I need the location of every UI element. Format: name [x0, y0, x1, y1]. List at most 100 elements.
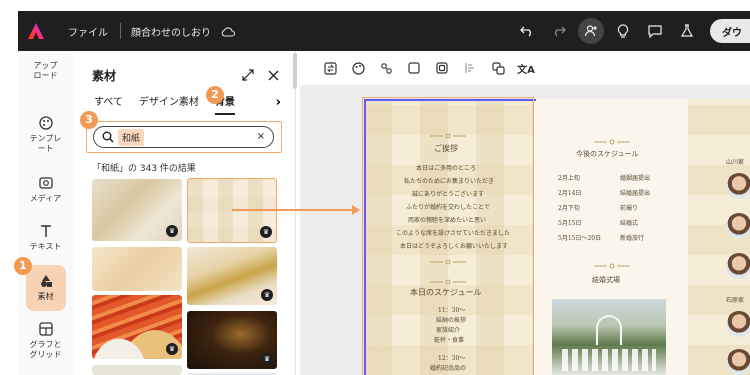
- rail-label: 素材: [37, 292, 54, 301]
- left-rail: アップ ロード テンプレ ート メディア テキスト 素材 グラフと グリッド: [18, 51, 90, 375]
- expand-icon[interactable]: [242, 66, 254, 85]
- background-tile[interactable]: ♛: [92, 295, 182, 359]
- chevron-right-icon[interactable]: ›: [276, 95, 281, 110]
- step-marker-2: 2: [206, 86, 224, 104]
- text-icon: [40, 225, 51, 237]
- page-highlight: [362, 97, 534, 375]
- ornament-icon: [594, 263, 630, 269]
- background-tile[interactable]: ♛: [187, 311, 277, 369]
- result-count: 「和紙」の 343 件の結果: [92, 164, 196, 174]
- panel-title: 素材: [92, 69, 117, 83]
- rail-label: メディア: [29, 194, 62, 203]
- undo-icon[interactable]: [514, 18, 540, 44]
- panel-scrollbar[interactable]: [293, 53, 297, 89]
- chairs-shape: [562, 349, 656, 371]
- rail-item-text[interactable]: テキスト: [18, 223, 73, 252]
- future-event: 結婚届提出: [620, 190, 651, 197]
- flask-icon[interactable]: [674, 18, 700, 44]
- align-icon[interactable]: [456, 58, 484, 78]
- future-date: 5月15日: [558, 220, 582, 227]
- future-date: 2月下旬: [558, 205, 580, 212]
- family-member-photo[interactable]: [726, 213, 750, 239]
- rail-item-templates[interactable]: テンプレ ート: [18, 115, 73, 154]
- tab-design-elements[interactable]: デザイン素材: [139, 95, 199, 115]
- comment-icon[interactable]: [642, 18, 668, 44]
- canvas-toolbar: 文A: [300, 51, 750, 85]
- premium-crown-icon: ♛: [261, 353, 273, 365]
- premium-crown-icon: ♛: [166, 343, 178, 355]
- close-icon[interactable]: [268, 66, 279, 85]
- rail-item-media[interactable]: メディア: [18, 175, 73, 204]
- background-tile[interactable]: ♛: [92, 179, 182, 241]
- family-member-photo[interactable]: [726, 173, 750, 199]
- redo-icon[interactable]: [546, 18, 572, 44]
- lightbulb-icon[interactable]: [610, 18, 636, 44]
- future-date: 2月上旬: [558, 175, 580, 182]
- family-member-photo[interactable]: [726, 349, 750, 375]
- rail-label: テンプレ: [29, 134, 62, 143]
- rail-label: ート: [37, 144, 54, 153]
- translate-icon[interactable]: 文A: [512, 58, 540, 78]
- family-name: 山川家: [726, 159, 745, 166]
- annotation-arrow: [232, 209, 356, 211]
- future-date: 5月15日～20日: [558, 235, 602, 242]
- document-title[interactable]: 顔合わせのしおり: [131, 24, 211, 39]
- step-marker-1: 1: [14, 257, 32, 275]
- family-member-photo[interactable]: [726, 253, 750, 279]
- document-spread[interactable]: ご挨拶 本日はご多用のところ 私たちのためにお集まりいただき 誠にありがとうござ…: [362, 97, 750, 375]
- step-marker-3: 3: [80, 111, 98, 129]
- replace-image-icon[interactable]: [316, 58, 344, 78]
- venue-title: 結婚式場: [592, 276, 620, 284]
- future-date: 2月14日: [558, 190, 582, 197]
- page-middle[interactable]: 今後のスケジュール 2月上旬 婚姻届提出 2月14日 結婚届提出 2月下旬 前撮…: [536, 99, 688, 375]
- search-input[interactable]: 和紙 ×: [93, 126, 274, 148]
- future-event: 結婚式: [620, 220, 639, 227]
- rail-label: グラフと: [29, 340, 62, 349]
- page-right[interactable]: 山川家 石原家: [688, 99, 750, 375]
- background-tile[interactable]: [92, 365, 182, 375]
- search-highlight: 和紙 ×: [86, 121, 282, 153]
- template-icon: [38, 116, 53, 130]
- divider: [120, 23, 121, 39]
- top-bar: ファイル 顔合わせのしおり ダウ: [18, 11, 750, 51]
- effects-icon[interactable]: [372, 58, 400, 78]
- rail-label: テキスト: [29, 242, 62, 251]
- future-event: 前撮り: [620, 205, 639, 212]
- background-tile[interactable]: ♛: [187, 247, 277, 305]
- background-tile[interactable]: [92, 247, 182, 291]
- premium-crown-icon: ♛: [166, 225, 178, 237]
- future-event: 新婚旅行: [620, 235, 645, 242]
- color-palette-icon[interactable]: [344, 58, 372, 78]
- rail-item-upload[interactable]: アップ ロード: [18, 53, 73, 81]
- arrowhead-icon: [352, 205, 360, 215]
- tab-all[interactable]: すべて: [94, 95, 123, 115]
- invite-user-icon[interactable]: [578, 18, 604, 44]
- premium-crown-icon: ♛: [261, 289, 273, 301]
- family-member-photo[interactable]: [726, 311, 750, 337]
- shape-icon[interactable]: [400, 58, 428, 78]
- ornament-icon: [594, 139, 630, 145]
- rail-label: グリッド: [29, 350, 62, 359]
- file-menu[interactable]: ファイル: [68, 24, 108, 39]
- layers-icon[interactable]: [484, 58, 512, 78]
- arch-shape: [596, 315, 622, 345]
- elements-icon: [40, 275, 52, 287]
- rail-item-elements[interactable]: 素材: [18, 273, 73, 302]
- grid-icon: [38, 322, 53, 336]
- adobe-express-logo[interactable]: [18, 11, 54, 51]
- clear-search-icon[interactable]: ×: [257, 131, 265, 142]
- search-icon: [102, 131, 114, 143]
- future-schedule-title: 今後のスケジュール: [576, 150, 639, 158]
- download-button[interactable]: ダウ: [710, 19, 750, 43]
- elements-panel: 素材 すべて デザイン素材 背景 › 和紙 × 「和紙」の 343 件の結果 ♛…: [74, 51, 296, 375]
- family-name: 石原家: [726, 297, 745, 304]
- rail-item-charts-grids[interactable]: グラフと グリッド: [18, 321, 73, 360]
- media-icon: [38, 177, 53, 189]
- canvas-area: ご挨拶 本日はご多用のところ 私たちのためにお集まりいただき 誠にありがとうござ…: [300, 85, 750, 375]
- rail-label: アップ: [33, 61, 58, 70]
- cloud-saved-icon[interactable]: [221, 22, 236, 41]
- wedding-venue-photo[interactable]: [552, 299, 666, 375]
- search-value: 和紙: [118, 128, 145, 146]
- premium-crown-icon: ♛: [260, 226, 272, 238]
- border-icon[interactable]: [428, 58, 456, 78]
